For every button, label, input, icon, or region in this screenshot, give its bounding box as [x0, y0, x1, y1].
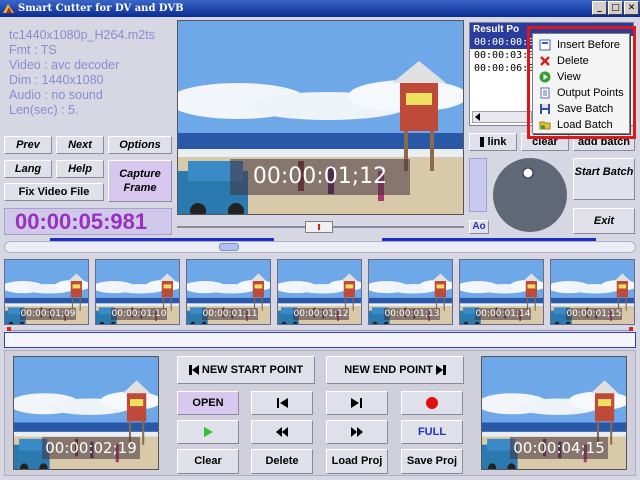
- end-mark-icon: [435, 365, 443, 376]
- full-button[interactable]: FULL: [401, 420, 463, 444]
- end-timecode: 00:00:04;15: [510, 437, 608, 459]
- maximize-button[interactable]: □: [608, 1, 623, 15]
- clear-button[interactable]: Clear: [177, 449, 239, 474]
- length-info: Len(sec) : 5.: [9, 103, 79, 117]
- fix-video-file-button[interactable]: Fix Video File: [4, 183, 104, 201]
- seek-handle[interactable]: [305, 221, 333, 233]
- video-dimensions: Dim : 1440x1080: [9, 73, 104, 87]
- thumbnail-frame[interactable]: 00:00:01;14: [459, 259, 544, 325]
- thumbnail-frame[interactable]: 00:00:01;15: [550, 259, 635, 325]
- app-logo-icon: [3, 4, 14, 13]
- thumbnail-frame[interactable]: 00:00:01;11: [186, 259, 271, 325]
- options-button[interactable]: Options: [108, 136, 172, 154]
- fast-forward-button[interactable]: [326, 420, 388, 444]
- thumbnail-frame[interactable]: 00:00:01;12: [277, 259, 362, 325]
- selection-marker-right: [382, 238, 596, 241]
- thumbnail-timecode: 00:00:01;14: [475, 308, 531, 320]
- load-proj-button[interactable]: Load Proj: [326, 449, 388, 474]
- fast-forward-icon: [351, 427, 363, 437]
- volume-slider[interactable]: [469, 158, 487, 212]
- prev-button[interactable]: Prev: [4, 136, 52, 154]
- position-timer: 00:00:05:981: [4, 208, 172, 235]
- rewind-icon: [276, 427, 288, 437]
- rewind-button[interactable]: [251, 420, 313, 444]
- prev-frame-button[interactable]: [251, 391, 313, 415]
- play-button[interactable]: [177, 420, 239, 444]
- jog-dial[interactable]: [490, 155, 570, 235]
- start-timecode: 00:00:02;19: [42, 437, 140, 459]
- save-proj-button[interactable]: Save Proj: [401, 449, 463, 474]
- link-button[interactable]: link: [469, 133, 517, 151]
- close-button[interactable]: ✕: [624, 1, 639, 15]
- step-forward-icon: [351, 398, 362, 408]
- lang-button[interactable]: Lang: [4, 160, 52, 178]
- minimize-button[interactable]: _: [592, 1, 607, 15]
- record-button[interactable]: [401, 391, 463, 415]
- timeline-scroll-handle[interactable]: [219, 243, 239, 251]
- thumbnail-timecode: 00:00:01;15: [566, 308, 622, 320]
- thumbnail-timecode: 00:00:01;11: [202, 308, 258, 320]
- video-codec: Video : avc decoder: [9, 58, 120, 72]
- file-format: Fmt : TS: [9, 43, 57, 57]
- link-icon: [479, 137, 484, 148]
- zoom-range-bar[interactable]: [4, 327, 636, 348]
- end-point-preview[interactable]: 00:00:04;15: [481, 356, 627, 470]
- help-button[interactable]: Help: [56, 160, 104, 178]
- new-end-point-button[interactable]: NEW END POINT: [326, 356, 464, 384]
- thumbnail-frame[interactable]: 00:00:01;10: [95, 259, 180, 325]
- thumbnail-timecode: 00:00:01;10: [111, 308, 167, 320]
- selection-marker-left: [50, 238, 274, 241]
- next-button[interactable]: Next: [56, 136, 104, 154]
- timeline-scroll-bar[interactable]: [4, 241, 636, 253]
- ao-button[interactable]: Ao: [469, 220, 489, 234]
- capture-frame-button[interactable]: Capture Frame: [108, 160, 172, 202]
- start-batch-button[interactable]: Start Batch: [573, 158, 635, 200]
- step-back-icon: [277, 398, 288, 408]
- main-seek-bar[interactable]: [177, 220, 464, 234]
- audio-info: Audio : no sound: [9, 88, 103, 102]
- highlight-box: [527, 26, 636, 139]
- list-item[interactable]: 00:00:00:0: [470, 36, 534, 49]
- main-timecode: 00:00:01;12: [230, 159, 410, 195]
- thumbnail-frame[interactable]: 00:00:01;09: [4, 259, 89, 325]
- thumbnail-timecode: 00:00:01;13: [384, 308, 440, 320]
- thumbnail-timecode: 00:00:01;12: [293, 308, 349, 320]
- play-icon: [204, 427, 213, 437]
- title-bar: Smart Cutter for DV and DVB _ □ ✕: [0, 0, 640, 17]
- file-name: tc1440x1080p_H264.m2ts: [9, 28, 155, 42]
- thumbnail-timecode: 00:00:01;09: [20, 308, 76, 320]
- exit-button[interactable]: Exit: [573, 208, 635, 234]
- start-point-preview[interactable]: 00:00:02;19: [13, 356, 159, 470]
- thumbnail-frame[interactable]: 00:00:01;13: [368, 259, 453, 325]
- next-frame-button[interactable]: [326, 391, 388, 415]
- open-button[interactable]: OPEN: [177, 391, 239, 415]
- delete-button[interactable]: Delete: [251, 449, 313, 474]
- new-start-point-button[interactable]: NEW START POINT: [177, 356, 315, 384]
- main-video-preview[interactable]: 00:00:01;12: [177, 20, 464, 215]
- file-info-panel: tc1440x1080p_H264.m2ts Fmt : TS Video : …: [4, 22, 172, 130]
- horizontal-scrollbar[interactable]: [472, 111, 532, 123]
- range-plus-marker: [629, 327, 633, 331]
- window-title: Smart Cutter for DV and DVB: [18, 3, 184, 14]
- record-icon: [426, 397, 438, 409]
- scroll-left-icon: [475, 113, 480, 121]
